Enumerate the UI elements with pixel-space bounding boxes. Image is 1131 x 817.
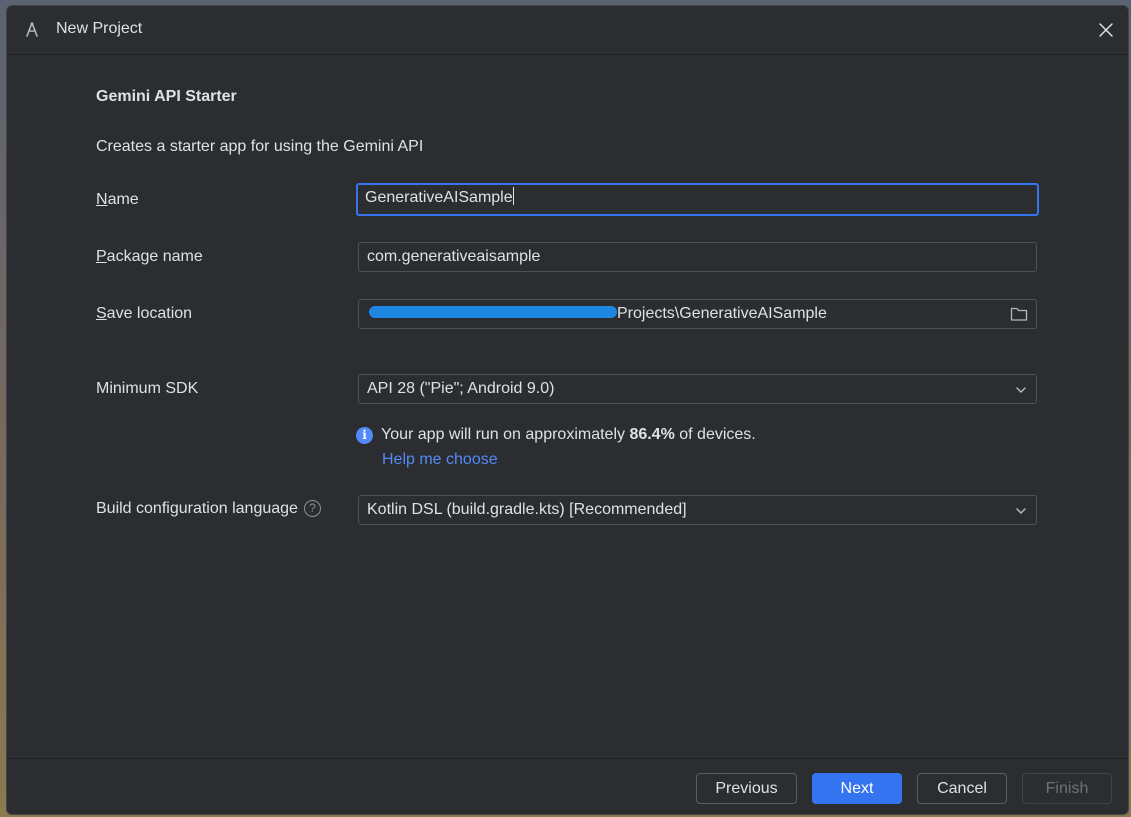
folder-icon[interactable] — [1010, 306, 1028, 322]
minimum-sdk-select[interactable]: API 28 ("Pie"; Android 9.0) — [358, 374, 1037, 404]
minimum-sdk-label: Minimum SDK — [96, 380, 199, 397]
chevron-down-icon — [1016, 508, 1026, 515]
save-location-label: Save location — [96, 305, 193, 322]
footer-divider — [7, 758, 1128, 759]
chevron-down-icon — [1016, 387, 1026, 394]
next-button[interactable]: Next — [812, 773, 902, 804]
android-studio-icon — [26, 22, 38, 37]
build-config-select[interactable]: Kotlin DSL (build.gradle.kts) [Recommend… — [358, 495, 1037, 525]
close-icon[interactable] — [1096, 20, 1116, 40]
build-config-label: Build configuration language? — [96, 500, 321, 518]
template-heading: Gemini API Starter — [96, 88, 237, 105]
previous-button[interactable]: Previous — [696, 773, 797, 804]
redacted-path — [369, 306, 617, 318]
text-caret — [512, 187, 514, 205]
title-bar: New Project — [7, 6, 1128, 55]
help-me-choose-link[interactable]: Help me choose — [382, 451, 498, 469]
package-name-input[interactable]: com.generativeaisample — [358, 242, 1037, 272]
new-project-dialog: New Project Gemini API Starter Creates a… — [6, 5, 1129, 815]
device-coverage-info: i Your app will run on approximately 86.… — [356, 426, 756, 444]
window-title: New Project — [56, 20, 143, 37]
cancel-button[interactable]: Cancel — [917, 773, 1007, 804]
info-icon: i — [356, 426, 373, 444]
name-label: Name — [96, 191, 139, 208]
finish-button: Finish — [1022, 773, 1112, 804]
help-icon[interactable]: ? — [303, 500, 321, 517]
package-name-label: Package name — [96, 248, 203, 265]
info-text: Your app will run on approximately 86.4%… — [381, 426, 756, 443]
save-location-input[interactable]: Projects\GenerativeAISample — [358, 299, 1037, 329]
name-input[interactable]: GenerativeAISample — [356, 183, 1039, 216]
template-description: Creates a starter app for using the Gemi… — [96, 138, 424, 155]
